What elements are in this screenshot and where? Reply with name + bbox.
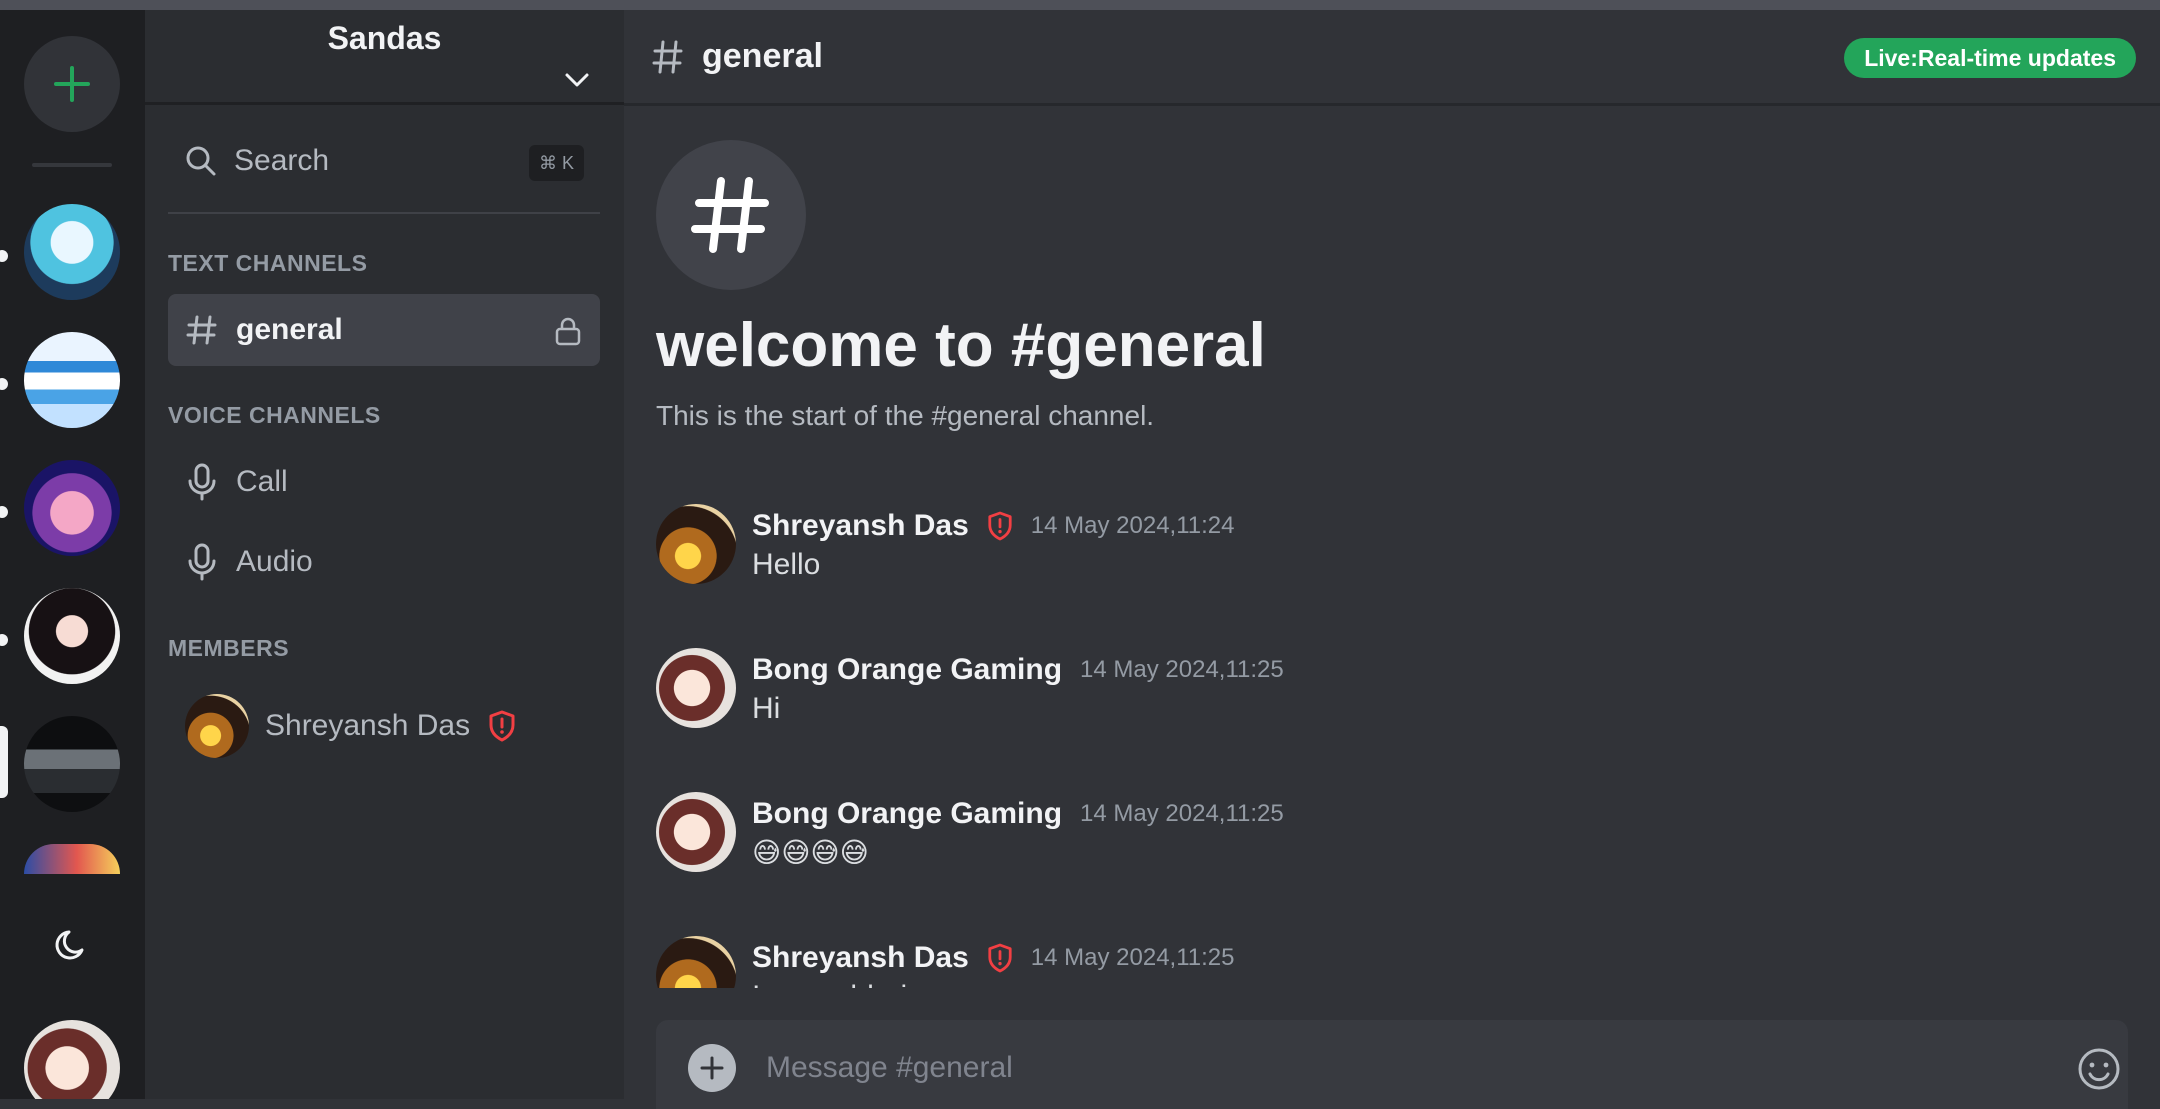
- server-icon-6[interactable]: [24, 844, 120, 874]
- server-name: Sandas: [327, 20, 442, 56]
- message-item: Bong Orange Gaming 14 May 2024,11:25 😅😅😅…: [656, 784, 2136, 904]
- welcome-hashtag-badge: [656, 140, 806, 290]
- avatar: [185, 694, 249, 758]
- message-author[interactable]: Bong Orange Gaming: [752, 797, 1062, 831]
- avatar[interactable]: [656, 936, 736, 988]
- server-icon-2[interactable]: [24, 332, 120, 428]
- server-icon-sandas[interactable]: [24, 716, 120, 812]
- search-button[interactable]: Search ⌘ K: [168, 125, 600, 197]
- message-item: Bong Orange Gaming 14 May 2024,11:25 Hi: [656, 640, 2136, 760]
- message-timestamp: 14 May 2024,11:24: [1030, 512, 1235, 539]
- shield-icon: [988, 943, 1012, 973]
- server-unread-indicator: [0, 378, 8, 390]
- lock-icon: [555, 317, 581, 346]
- hashtag-icon: [186, 315, 217, 345]
- message-timestamp: 14 May 2024,11:25: [1030, 944, 1235, 971]
- avatar[interactable]: [656, 648, 736, 728]
- message-composer: [656, 1020, 2128, 1109]
- server-unread-indicator: [0, 250, 8, 262]
- members-heading: MEMBERS: [168, 635, 290, 661]
- channel-sidebar: Sandas Search ⌘ K TEXT CHANNELS general …: [145, 10, 624, 1099]
- member-name: Shreyansh Das: [265, 709, 471, 742]
- message-timestamp: 14 May 2024,11:25: [1080, 656, 1284, 683]
- hashtag-icon: [691, 177, 769, 253]
- avatar[interactable]: [656, 792, 736, 872]
- add-server-button[interactable]: [24, 36, 120, 132]
- rail-separator: [32, 163, 112, 167]
- emoji-picker-icon[interactable]: [2076, 1046, 2122, 1092]
- message-item: Shreyansh Das 14 May 2024,11:24 Hello: [656, 496, 2136, 616]
- message-text: 😅😅😅😅: [752, 837, 869, 868]
- message-text: Hi: [752, 692, 781, 725]
- search-shortcut: ⌘ K: [528, 145, 584, 181]
- shield-icon: [988, 511, 1012, 541]
- channel-name: Call: [236, 465, 288, 498]
- channel-item-audio[interactable]: Audio: [168, 526, 600, 598]
- message-list: Shreyansh Das 14 May 2024,11:24 Hello Bo…: [624, 490, 2160, 988]
- moon-icon: [55, 930, 84, 960]
- plus-icon: [54, 66, 90, 102]
- hashtag-icon: [652, 40, 683, 73]
- message-item: Shreyansh Das 14 May 2024,11:25 Insane b…: [656, 928, 2136, 988]
- welcome-title: welcome to #general: [656, 311, 1266, 380]
- shield-icon: [489, 710, 515, 742]
- chat-area: general Live:Real-time updates welcome t…: [624, 10, 2160, 1109]
- member-item-shreyansh-das[interactable]: Shreyansh Das: [185, 690, 516, 762]
- channel-item-call[interactable]: Call: [168, 446, 600, 518]
- channel-item-general[interactable]: general: [168, 294, 600, 366]
- server-rail: [0, 10, 145, 1099]
- server-icon-4[interactable]: [24, 588, 120, 684]
- search-label: Search: [234, 144, 330, 177]
- channel-name: Audio: [236, 545, 313, 578]
- message-author[interactable]: Shreyansh Das: [752, 509, 969, 543]
- message-text: Hello: [752, 548, 821, 581]
- chevron-down-icon[interactable]: [563, 70, 591, 90]
- server-icon-1[interactable]: [24, 204, 120, 300]
- server-icon-3[interactable]: [24, 460, 120, 556]
- message-author[interactable]: Shreyansh Das: [752, 941, 969, 975]
- message-input[interactable]: [766, 1038, 2016, 1098]
- live-status-badge: Live:Real-time updates: [1844, 38, 2136, 78]
- plus-icon: [700, 1056, 724, 1080]
- message-author[interactable]: Bong Orange Gaming: [752, 653, 1062, 687]
- server-header[interactable]: Sandas: [145, 10, 624, 105]
- message-text: Insane bhai: [752, 980, 907, 988]
- search-icon: [186, 146, 216, 176]
- sidebar-separator: [168, 212, 600, 214]
- attach-button[interactable]: [688, 1044, 736, 1092]
- channel-header: general Live:Real-time updates: [624, 10, 2160, 106]
- channel-name: general: [236, 313, 343, 346]
- theme-toggle-button[interactable]: [48, 920, 96, 968]
- window-top-bar: [0, 0, 2160, 10]
- server-selected-indicator: [0, 726, 8, 798]
- server-unread-indicator: [0, 634, 8, 646]
- user-avatar[interactable]: [24, 1020, 120, 1099]
- channel-title: general: [702, 37, 823, 75]
- server-unread-indicator: [0, 506, 8, 518]
- message-timestamp: 14 May 2024,11:25: [1080, 800, 1284, 827]
- avatar[interactable]: [656, 504, 736, 584]
- welcome-subtitle: This is the start of the #general channe…: [656, 400, 1155, 431]
- microphone-icon: [188, 463, 216, 501]
- voice-channels-heading: VOICE CHANNELS: [168, 402, 381, 428]
- microphone-icon: [188, 543, 216, 581]
- text-channels-heading: TEXT CHANNELS: [168, 250, 368, 276]
